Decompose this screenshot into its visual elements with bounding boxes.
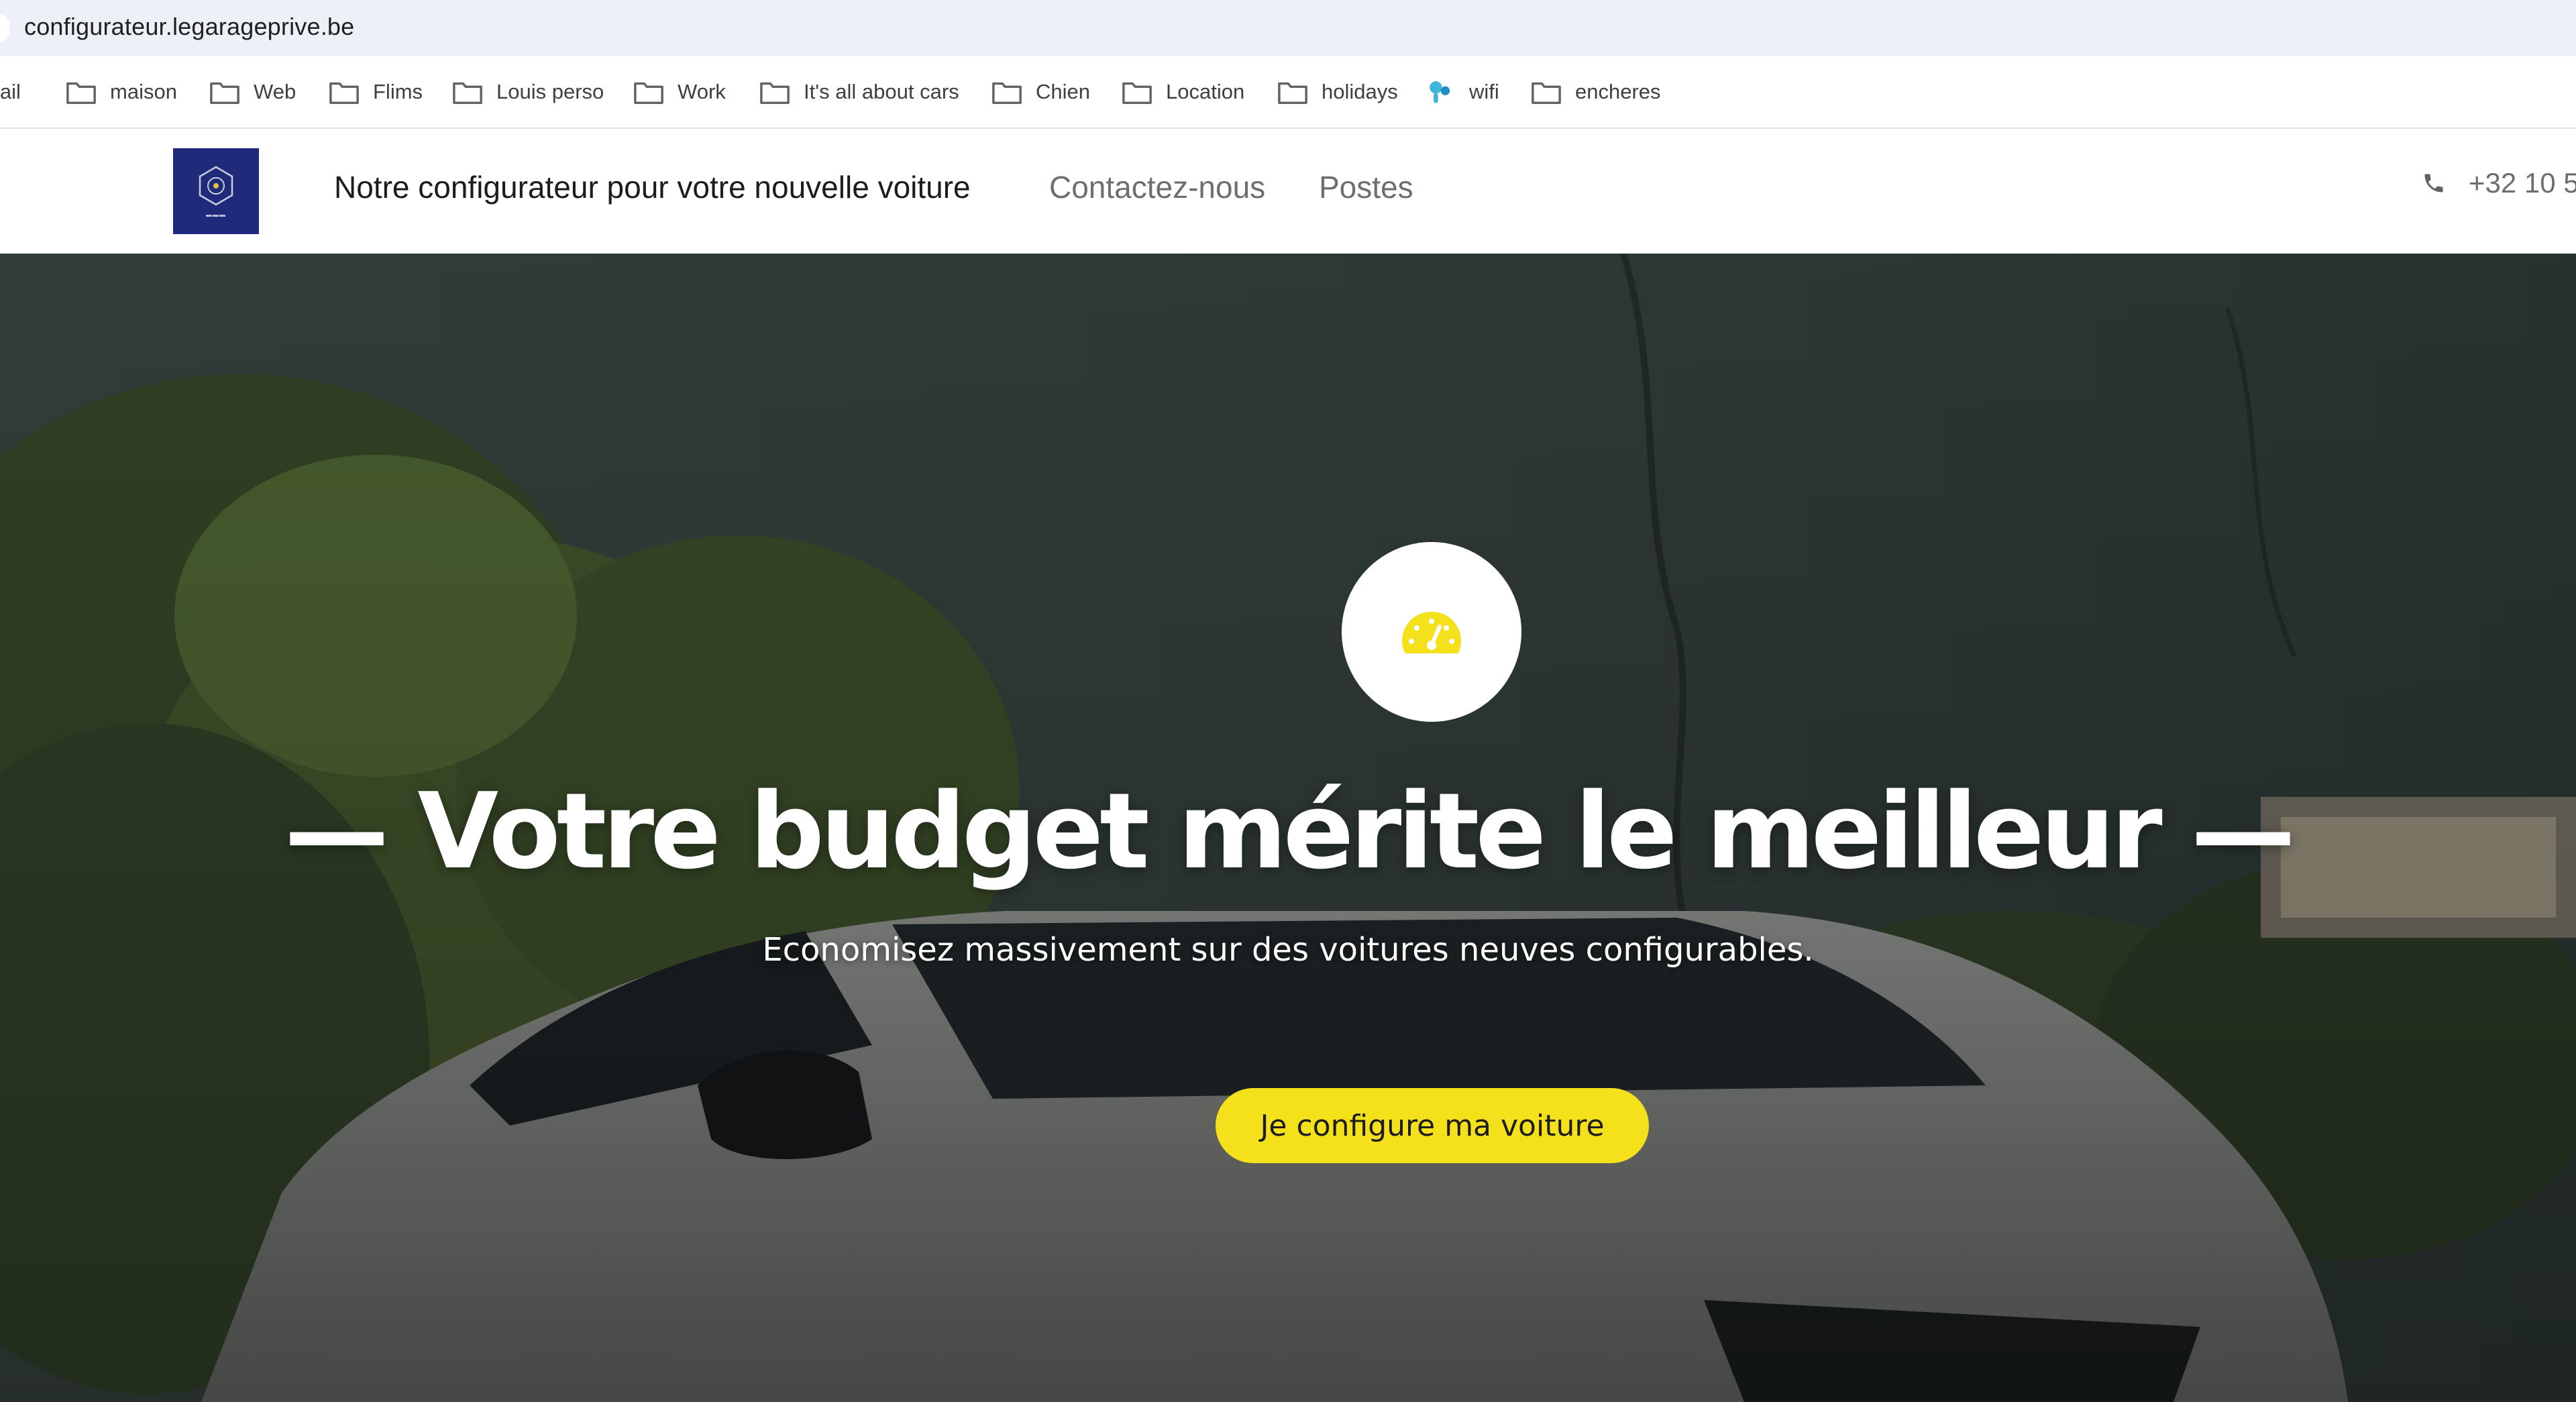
nav-postes[interactable]: Postes — [1319, 169, 1413, 205]
folder-icon — [992, 82, 1022, 105]
bookmark-label: It's all about cars — [804, 80, 959, 103]
configure-car-button[interactable]: Je configure ma voiture — [1216, 1088, 1649, 1163]
folder-icon — [1122, 82, 1152, 105]
bookmark-mail[interactable]: mail — [0, 56, 21, 127]
bookmarks-bar: mail maison Web Flims Louis perso Work I… — [0, 56, 2576, 129]
bookmark-wifi[interactable]: wifi — [1425, 56, 1499, 127]
bookmark-maison[interactable]: maison — [66, 56, 177, 127]
hero-title: — Votre budget mérite le meilleur — — [284, 770, 2296, 892]
bookmark-label: encheres — [1575, 80, 1661, 103]
wifi-brand-icon — [1430, 81, 1450, 103]
hero-subtitle: Economisez massivement sur des voitures … — [762, 931, 1814, 969]
site-header: ▬▬▬ Notre configurateur pour votre nouve… — [0, 130, 2576, 254]
logo-emblem-icon — [199, 166, 233, 206]
bookmark-label: Louis perso — [496, 80, 604, 103]
folder-icon — [453, 82, 482, 105]
bookmark-louis-perso[interactable]: Louis perso — [452, 56, 604, 127]
folder-icon — [210, 82, 239, 105]
bookmark-flims[interactable]: Flims — [329, 56, 423, 127]
bookmark-encheres[interactable]: encheres — [1531, 56, 1661, 127]
folder-icon — [329, 82, 359, 105]
bookmark-web[interactable]: Web — [209, 56, 296, 127]
folder-icon — [1532, 82, 1561, 105]
speedometer-icon — [1402, 612, 1461, 653]
bookmark-label: Web — [254, 80, 297, 103]
header-phone[interactable]: +32 10 5 — [2422, 167, 2576, 199]
bookmark-label: maison — [110, 80, 177, 103]
folder-icon — [760, 82, 790, 105]
phone-icon — [2424, 174, 2443, 193]
bookmark-work[interactable]: Work — [633, 56, 726, 127]
bookmark-chien[interactable]: Chien — [991, 56, 1090, 127]
bookmark-location[interactable]: Location — [1122, 56, 1244, 127]
folder-icon — [634, 82, 663, 105]
logo-wordmark: ▬▬▬ — [206, 211, 226, 218]
bookmark-holidays[interactable]: holidays — [1277, 56, 1398, 127]
hero-section: — Votre budget mérite le meilleur — Econ… — [0, 254, 2576, 1402]
phone-number: +32 10 5 — [2469, 167, 2576, 199]
browser-address-bar[interactable]: configurateur.legarageprive.be — [0, 0, 2576, 56]
bookmark-label: Work — [678, 80, 726, 103]
bookmark-label: Location — [1166, 80, 1245, 103]
bookmark-label: holidays — [1322, 80, 1398, 103]
bookmark-label: mail — [0, 80, 21, 103]
site-logo[interactable]: ▬▬▬ — [173, 148, 259, 234]
bookmark-label: wifi — [1469, 80, 1499, 103]
bookmark-label: Flims — [373, 80, 423, 103]
url-text[interactable]: configurateur.legarageprive.be — [24, 13, 354, 41]
folder-icon — [66, 82, 96, 105]
address-bar-edge — [0, 15, 9, 42]
hero-icon-badge — [1342, 542, 1521, 722]
bookmark-cars[interactable]: It's all about cars — [759, 56, 959, 127]
nav-configurateur[interactable]: Notre configurateur pour votre nouvelle … — [334, 169, 971, 205]
folder-icon — [1278, 82, 1307, 105]
nav-contact[interactable]: Contactez-nous — [1049, 169, 1265, 205]
bookmark-label: Chien — [1036, 80, 1090, 103]
